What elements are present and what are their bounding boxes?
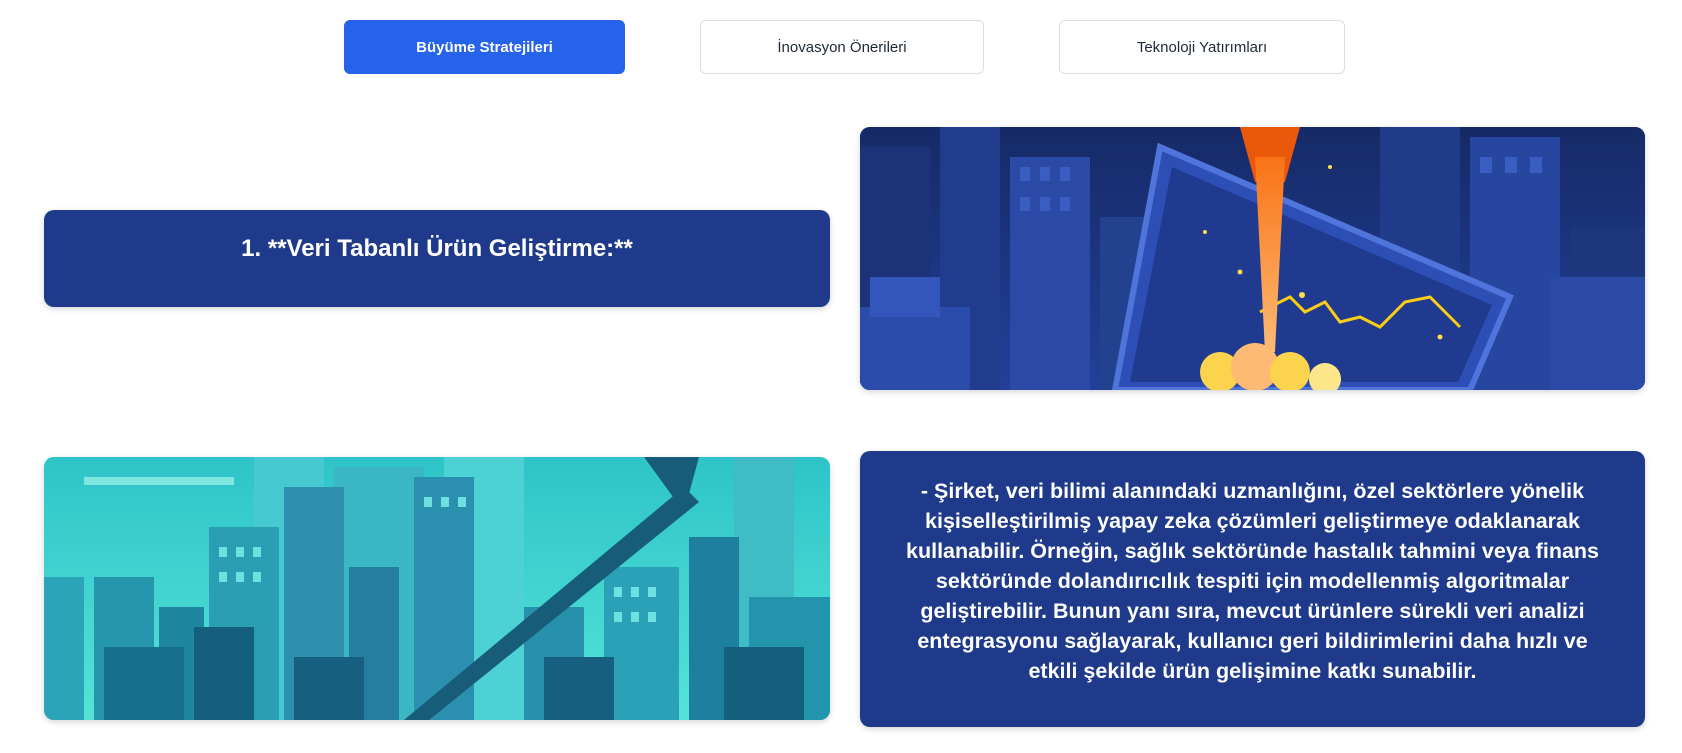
growth-city-illustration — [44, 457, 830, 720]
section-title-card: 1. **Veri Tabanlı Ürün Geliştirme:** — [44, 210, 830, 307]
tab-innovation-suggestions[interactable]: İnovasyon Önerileri — [700, 20, 984, 74]
section-body: - Şirket, veri bilimi alanındaki uzmanlı… — [906, 479, 1599, 683]
tab-growth-strategies[interactable]: Büyüme Stratejileri — [344, 20, 625, 74]
section-body-card: - Şirket, veri bilimi alanındaki uzmanlı… — [860, 451, 1645, 727]
tab-technology-investments[interactable]: Teknoloji Yatırımları — [1059, 20, 1345, 74]
rocket-launch-illustration — [860, 127, 1645, 390]
tab-bar: Büyüme Stratejileri İnovasyon Önerileri … — [0, 20, 1682, 76]
section-title: 1. **Veri Tabanlı Ürün Geliştirme:** — [241, 234, 633, 262]
